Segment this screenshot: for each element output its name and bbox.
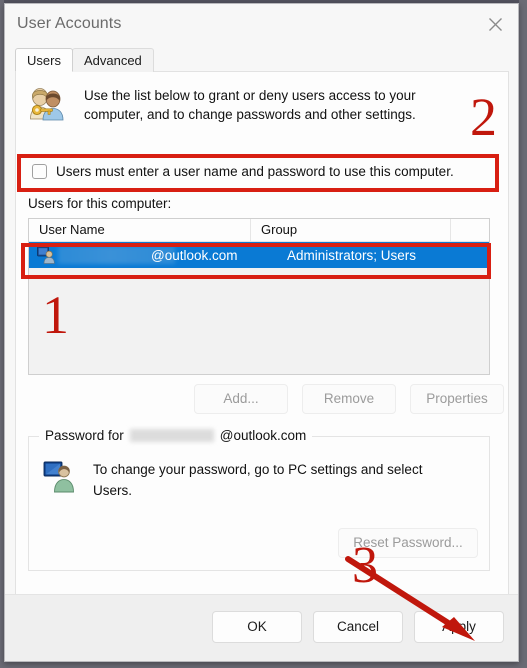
remove-button[interactable]: Remove <box>302 384 396 414</box>
require-password-checkbox[interactable] <box>32 164 47 179</box>
column-header-spacer <box>451 219 489 241</box>
user-accounts-dialog: User Accounts Users Advanced Use the lis… <box>4 3 519 662</box>
password-group-legend: Password for @outlook.com <box>39 428 313 443</box>
users-list-empty-area <box>29 268 489 368</box>
users-list-label: Users for this computer: <box>28 196 172 211</box>
window-title: User Accounts <box>17 15 122 32</box>
require-password-label: Users must enter a user name and passwor… <box>56 164 454 179</box>
properties-button[interactable]: Properties <box>410 384 504 414</box>
users-list[interactable]: User Name Group @outlook.com Administrat… <box>28 218 490 375</box>
password-info-row: To change your password, go to PC settin… <box>43 459 423 501</box>
password-legend-suffix: @outlook.com <box>219 428 307 443</box>
users-list-header: User Name Group <box>29 219 489 242</box>
column-header-user-name[interactable]: User Name <box>29 219 251 241</box>
add-button[interactable]: Add... <box>194 384 288 414</box>
row-user-name: @outlook.com <box>151 247 238 263</box>
column-header-group[interactable]: Group <box>251 219 451 241</box>
apply-button[interactable]: Apply <box>414 611 504 643</box>
dialog-buttons: OK Cancel Apply <box>212 611 504 643</box>
tab-advanced[interactable]: Advanced <box>71 48 154 72</box>
users-tab-panel: Use the list below to grant or deny user… <box>15 71 509 595</box>
table-row[interactable]: @outlook.com Administrators; Users <box>29 242 489 268</box>
window-frame-bottom <box>0 662 527 668</box>
title-bar: User Accounts <box>5 4 518 48</box>
description-text: Use the list below to grant or deny user… <box>84 88 416 122</box>
password-group: Password for @outlook.com To change your… <box>28 428 490 571</box>
tab-strip: Users Advanced <box>15 48 154 72</box>
users-with-key-icon <box>30 88 64 121</box>
require-password-checkbox-row[interactable]: Users must enter a user name and passwor… <box>32 164 454 179</box>
ok-button[interactable]: OK <box>212 611 302 643</box>
window-frame-right <box>519 0 527 668</box>
password-legend-prefix: Password for <box>45 428 124 443</box>
dialog-footer: OK Cancel Apply <box>5 594 518 661</box>
close-icon[interactable] <box>473 4 518 44</box>
tab-users[interactable]: Users <box>15 48 73 72</box>
password-info-text: To change your password, go to PC settin… <box>93 462 423 498</box>
reset-password-button[interactable]: Reset Password... <box>338 528 478 558</box>
password-legend-redaction <box>129 429 214 442</box>
row-group: Administrators; Users <box>287 247 417 263</box>
description-row: Use the list below to grant or deny user… <box>27 86 487 124</box>
cancel-button[interactable]: Cancel <box>313 611 403 643</box>
list-action-buttons: Add... Remove Properties <box>194 384 504 414</box>
user-account-icon <box>37 246 55 264</box>
user-at-monitor-icon <box>43 461 74 493</box>
